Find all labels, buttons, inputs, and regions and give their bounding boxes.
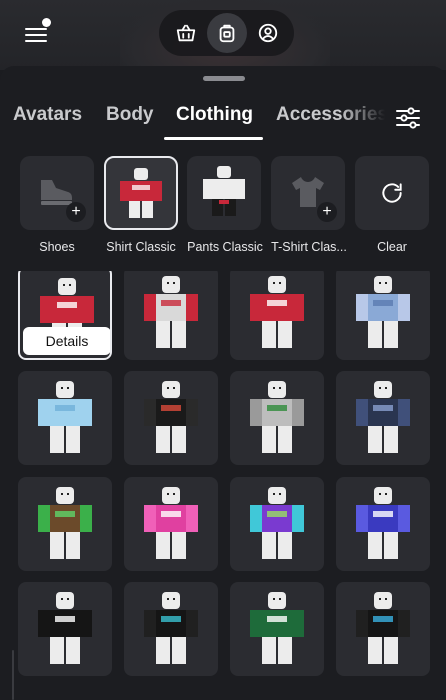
avatar-thumbnail (250, 276, 304, 348)
scrollbar[interactable] (12, 650, 14, 700)
clothing-item-tile[interactable] (336, 271, 430, 360)
avatar-editor-sheet: Avatars Body Clothing Accessories + Shoe… (0, 66, 446, 700)
top-bar (0, 0, 446, 70)
sheet-drag-handle[interactable] (203, 76, 245, 81)
category-label: Clear (377, 240, 407, 254)
avatar-thumbnail (38, 487, 92, 559)
category-pants-classic[interactable] (187, 156, 261, 230)
notification-dot-icon (42, 18, 51, 27)
clothing-item-tile[interactable] (336, 371, 430, 465)
refresh-icon (382, 183, 402, 203)
category-label: Shirt Classic (106, 240, 176, 254)
category-label: Shoes (39, 240, 75, 254)
avatar-thumbnail (356, 487, 410, 559)
clothing-item-tile[interactable] (124, 582, 218, 676)
clothing-item-tile[interactable]: Details (18, 271, 112, 360)
avatar-thumbnail (356, 276, 410, 348)
clothing-category-row: + Shoes Shirt Classic Pants Classic + T-… (0, 146, 446, 271)
shop-bag-icon[interactable] (166, 13, 206, 53)
category-label: T-Shirt Clas... (271, 240, 347, 254)
top-nav-pill (159, 10, 294, 56)
avatar-thumbnail (38, 381, 92, 453)
avatar-thumbnail (144, 276, 198, 348)
avatar-thumbnail (250, 381, 304, 453)
clothing-item-tile[interactable] (230, 371, 324, 465)
avatar-thumbnail (144, 381, 198, 453)
hamburger-line (25, 28, 47, 30)
active-tab-indicator (164, 137, 263, 140)
filter-sliders-icon[interactable] (394, 104, 422, 132)
add-icon: + (66, 202, 86, 222)
avatar-thumbnail (144, 487, 198, 559)
profile-icon[interactable] (248, 13, 288, 53)
hamburger-line (25, 34, 47, 36)
clothing-item-tile[interactable] (18, 582, 112, 676)
avatar-thumbnail (38, 592, 92, 664)
avatar-thumbnail (250, 487, 304, 559)
add-icon: + (317, 202, 337, 222)
clear-button[interactable] (355, 156, 429, 230)
details-button[interactable]: Details (23, 327, 110, 355)
clothing-item-tile[interactable] (336, 582, 430, 676)
clothing-item-tile[interactable] (18, 371, 112, 465)
clothing-item-tile[interactable] (336, 477, 430, 571)
avatar-thumbnail (144, 592, 198, 664)
tab-clothing[interactable]: Clothing (176, 104, 253, 126)
tab-scroll-fade (340, 96, 390, 142)
avatar-thumbnail (356, 381, 410, 453)
hamburger-line (25, 40, 47, 42)
clothing-item-tile[interactable] (230, 271, 324, 360)
category-tshirt-classic[interactable]: + (271, 156, 345, 230)
category-tabs: Avatars Body Clothing Accessories (0, 96, 446, 142)
avatar-thumbnail (356, 592, 410, 664)
pants-thumbnail (203, 166, 245, 216)
clothing-item-tile[interactable] (230, 477, 324, 571)
tab-avatars[interactable]: Avatars (13, 104, 82, 126)
menu-button[interactable] (22, 18, 52, 48)
clothing-item-tile[interactable] (124, 477, 218, 571)
clothing-items-grid: Details (0, 271, 446, 700)
avatar-backpack-icon[interactable] (206, 13, 247, 53)
category-shoes[interactable]: + (20, 156, 94, 230)
clothing-item-tile[interactable] (124, 271, 218, 360)
category-label: Pants Classic (187, 240, 263, 254)
shirt-thumbnail (120, 168, 162, 218)
tab-body[interactable]: Body (106, 104, 154, 126)
avatar-thumbnail (250, 592, 304, 664)
category-shirt-classic[interactable] (104, 156, 178, 230)
clothing-item-tile[interactable] (18, 477, 112, 571)
clothing-item-tile[interactable] (124, 371, 218, 465)
clothing-item-tile[interactable] (230, 582, 324, 676)
